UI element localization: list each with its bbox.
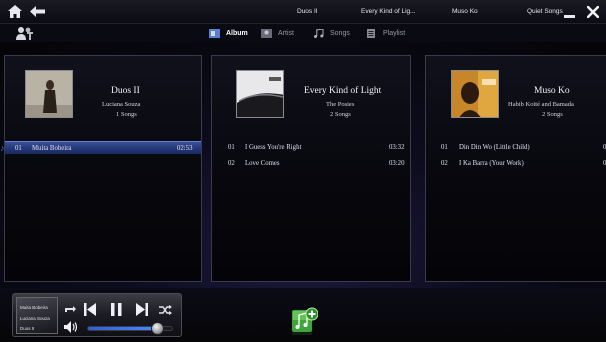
tab-songs-label: Songs <box>330 29 350 37</box>
volume-slider[interactable] <box>87 322 173 335</box>
volume-icon[interactable] <box>64 321 80 333</box>
volume-knob[interactable] <box>150 322 164 335</box>
shuffle-icon[interactable] <box>159 305 172 315</box>
album-panel-every-kind-of-light[interactable]: Every Kind of Light The Posies 2 Songs 0… <box>211 55 411 282</box>
volume-level-fill <box>88 327 157 330</box>
home-icon[interactable] <box>8 5 22 18</box>
repeat-icon[interactable] <box>64 305 76 315</box>
track-name: I Ka Barra (Your Work) <box>459 160 524 167</box>
close-icon[interactable] <box>587 6 599 18</box>
album-song-count: 1 Songs <box>116 111 137 118</box>
track-name: Muita Bobeira <box>32 145 72 152</box>
tab-artist[interactable]: Artist <box>257 24 294 42</box>
playlist-icon <box>367 28 375 38</box>
album-panel-duos-ii[interactable]: Duos II Luciana Souza 1 Songs ♪ 01 Muita… <box>0 55 202 282</box>
track-name: Din Din Wo (Little Child) <box>459 144 530 151</box>
top-bar: Duos II Every Kind of Lig... Muso Ko Qui… <box>0 0 606 24</box>
album-song-count: 2 Songs <box>542 111 563 118</box>
recent-item-4[interactable]: Quiet Songs <box>527 8 563 15</box>
previous-icon[interactable] <box>84 303 96 316</box>
track-row[interactable]: 02 I Ka Barra (Your Work) 0 <box>426 157 606 170</box>
mini-player: Muita Bobeira Luciana Souza Duos II <box>12 293 182 337</box>
tab-playlist-label: Playlist <box>383 29 406 37</box>
track-number: 02 <box>441 160 448 167</box>
album-icon <box>209 28 220 38</box>
album-artist: Luciana Souza <box>102 101 141 108</box>
tab-playlist[interactable]: Playlist <box>362 24 405 42</box>
playing-note-icon: ♪ <box>0 143 5 153</box>
album-artist: The Posies <box>326 101 355 108</box>
track-row[interactable]: 01 Din Din Wo (Little Child) 0 <box>426 141 606 154</box>
track-number: 01 <box>15 145 22 152</box>
track-duration: 03:32 <box>389 144 405 151</box>
album-title: Muso Ko <box>534 86 570 96</box>
track-row-selected[interactable]: ♪ 01 Muita Bobeira 02:53 <box>0 141 201 154</box>
now-playing-cover[interactable]: Muita Bobeira Luciana Souza Duos II <box>16 297 58 334</box>
track-duration: 02:53 <box>177 145 193 152</box>
album-artist: Habib Koité and Bamada <box>508 101 574 108</box>
track-number: 01 <box>228 144 235 151</box>
album-cover <box>25 70 73 118</box>
artist-icon <box>261 28 272 38</box>
now-playing-artist: Luciana Souza <box>20 316 50 321</box>
now-playing-album: Duos II <box>20 326 35 331</box>
pause-icon[interactable] <box>111 303 122 316</box>
tab-album-label: Album <box>226 29 248 37</box>
track-duration: 03:20 <box>389 160 405 167</box>
back-arrow-icon[interactable] <box>30 6 45 17</box>
people-settings-icon[interactable] <box>16 26 34 40</box>
media-player-window: Duos II Every Kind of Lig... Muso Ko Qui… <box>0 0 606 342</box>
album-song-count: 2 Songs <box>330 111 351 118</box>
album-title: Duos II <box>111 86 140 96</box>
album-title: Every Kind of Light <box>304 86 382 96</box>
next-icon[interactable] <box>136 303 148 316</box>
track-number: 02 <box>228 160 235 167</box>
album-cover <box>236 70 284 118</box>
recent-item-3[interactable]: Muso Ko <box>452 8 492 15</box>
track-name: Love Comes <box>245 160 280 167</box>
tab-songs[interactable]: Songs <box>309 24 350 42</box>
track-row[interactable]: 02 Love Comes 03:20 <box>212 157 410 170</box>
tab-artist-label: Artist <box>278 29 294 37</box>
tab-album[interactable]: Album <box>205 24 248 42</box>
minimize-icon[interactable] <box>564 15 575 18</box>
now-playing-title: Muita Bobeira <box>20 305 48 310</box>
track-number: 01 <box>441 144 448 151</box>
view-tabs: Album Artist Songs Playlist <box>0 24 606 42</box>
add-music-icon[interactable] <box>292 307 318 335</box>
track-row[interactable]: 01 I Guess You're Right 03:32 <box>212 141 410 154</box>
recent-item-1[interactable]: Duos II <box>297 8 337 15</box>
track-name: I Guess You're Right <box>245 144 302 151</box>
music-note-icon <box>314 28 324 38</box>
album-panel-muso-ko[interactable]: Muso Ko Habib Koité and Bamada 2 Songs 0… <box>425 55 606 282</box>
album-cover <box>451 70 499 118</box>
recent-item-2[interactable]: Every Kind of Lig... <box>361 8 417 15</box>
